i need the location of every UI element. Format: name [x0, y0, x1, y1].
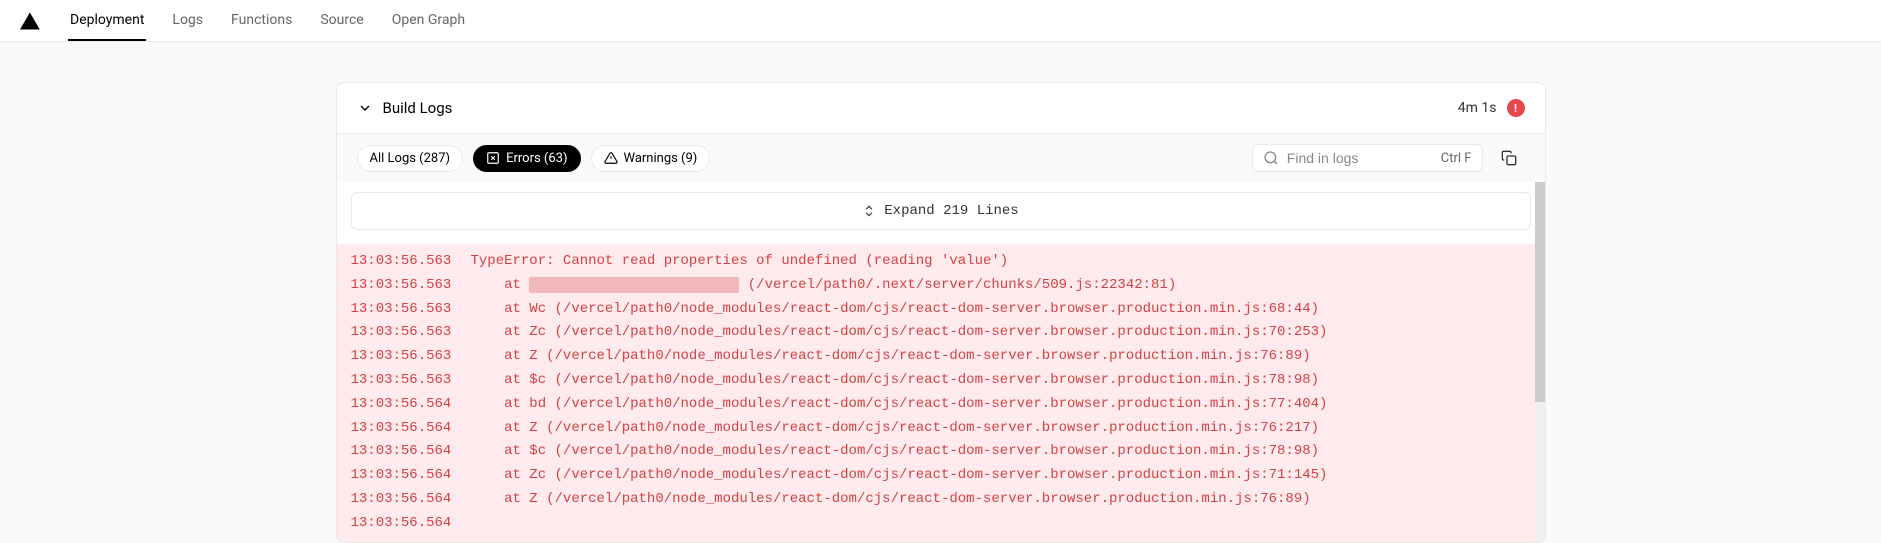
filter-errors-label: Errors (63): [506, 151, 567, 166]
tab-logs[interactable]: Logs: [170, 0, 205, 41]
log-line: 13:03:56.564 at Z (/vercel/path0/node_mo…: [337, 488, 1545, 512]
log-line: 13:03:56.563 at XxxxXXXxxxxxxxXxxxXxxxxx…: [337, 274, 1545, 298]
log-text: TypeError: Cannot read properties of und…: [471, 253, 1009, 269]
log-line: 13:03:56.563 at Wc (/vercel/path0/node_m…: [337, 298, 1545, 322]
panel-title: Build Logs: [383, 99, 453, 117]
log-timestamp: 13:03:56.563: [351, 250, 471, 274]
log-timestamp: 13:03:56.563: [351, 298, 471, 322]
content: Build Logs 4m 1s ! All Logs (287) Errors…: [336, 42, 1546, 543]
filter-warnings-label: Warnings (9): [624, 151, 698, 166]
chevron-down-icon: [357, 100, 373, 116]
log-timestamp: 13:03:56.564: [351, 512, 471, 536]
error-icon: [486, 151, 500, 165]
log-text: at $c (/vercel/path0/node_modules/react-…: [471, 372, 1320, 388]
logs-container: Expand 219 Lines 13:03:56.563TypeError: …: [337, 182, 1545, 542]
build-logs-panel: Build Logs 4m 1s ! All Logs (287) Errors…: [336, 82, 1546, 543]
tab-open-graph[interactable]: Open Graph: [390, 0, 467, 41]
logo-icon: [20, 12, 40, 30]
log-timestamp: 13:03:56.564: [351, 464, 471, 488]
logs-area: Expand 219 Lines 13:03:56.563TypeError: …: [337, 182, 1545, 542]
panel-header[interactable]: Build Logs 4m 1s !: [337, 83, 1545, 133]
tab-functions[interactable]: Functions: [229, 0, 294, 41]
log-text: at Wc (/vercel/path0/node_modules/react-…: [471, 301, 1320, 317]
log-timestamp: 13:03:56.564: [351, 488, 471, 512]
tab-deployment[interactable]: Deployment: [68, 0, 146, 41]
log-line: 13:03:56.563TypeError: Cannot read prope…: [337, 250, 1545, 274]
log-timestamp: 13:03:56.563: [351, 274, 471, 298]
nav-tabs: Deployment Logs Functions Source Open Graph: [68, 0, 467, 41]
header: Deployment Logs Functions Source Open Graph: [0, 0, 1881, 42]
logs-list: 13:03:56.563TypeError: Cannot read prope…: [337, 244, 1545, 542]
filter-bar: All Logs (287) Errors (63) Warnings (9) …: [337, 133, 1545, 182]
log-line: 13:03:56.563 at Z (/vercel/path0/node_mo…: [337, 345, 1545, 369]
expand-icon: [862, 204, 876, 218]
expand-label: Expand 219 Lines: [884, 203, 1018, 219]
copy-button[interactable]: [1493, 142, 1525, 174]
search-shortcut: Ctrl F: [1435, 151, 1472, 166]
panel-header-left: Build Logs: [357, 99, 453, 117]
log-timestamp: 13:03:56.563: [351, 321, 471, 345]
log-timestamp: 13:03:56.563: [351, 345, 471, 369]
log-text: at Zc (/vercel/path0/node_modules/react-…: [471, 324, 1328, 340]
copy-icon: [1501, 150, 1517, 166]
log-line: 13:03:56.564 at bd (/vercel/path0/node_m…: [337, 393, 1545, 417]
expand-lines-button[interactable]: Expand 219 Lines: [351, 192, 1531, 230]
log-text: at Zc (/vercel/path0/node_modules/react-…: [471, 467, 1328, 483]
filter-errors[interactable]: Errors (63): [473, 145, 580, 172]
log-timestamp: 13:03:56.564: [351, 440, 471, 464]
log-line: 13:03:56.564 at Z (/vercel/path0/node_mo…: [337, 417, 1545, 441]
search-box[interactable]: Ctrl F: [1252, 144, 1483, 172]
log-timestamp: 13:03:56.563: [351, 369, 471, 393]
filter-right: Ctrl F: [1252, 142, 1525, 174]
log-text: at Z (/vercel/path0/node_modules/react-d…: [471, 348, 1311, 364]
tab-source[interactable]: Source: [318, 0, 365, 41]
log-text: at Z (/vercel/path0/node_modules/react-d…: [471, 491, 1311, 507]
log-timestamp: 13:03:56.564: [351, 393, 471, 417]
log-line: 13:03:56.564 at Zc (/vercel/path0/node_m…: [337, 464, 1545, 488]
log-text: at Z (/vercel/path0/node_modules/react-d…: [471, 420, 1320, 436]
scrollbar-thumb[interactable]: [1535, 182, 1545, 402]
log-timestamp: 13:03:56.564: [351, 417, 471, 441]
filter-left: All Logs (287) Errors (63) Warnings (9): [357, 145, 711, 172]
redacted-text: XxxxXXXxxxxxxxXxxxXxxxxxx: [529, 277, 739, 293]
log-line: 13:03:56.564 at $c (/vercel/path0/node_m…: [337, 440, 1545, 464]
log-text: at: [471, 277, 530, 293]
log-text: at $c (/vercel/path0/node_modules/react-…: [471, 443, 1320, 459]
search-input[interactable]: [1287, 150, 1427, 166]
build-duration: 4m 1s: [1458, 100, 1497, 116]
filter-warnings[interactable]: Warnings (9): [591, 145, 711, 172]
warning-icon: [604, 151, 618, 165]
filter-all-label: All Logs (287): [370, 151, 451, 166]
log-text: at bd (/vercel/path0/node_modules/react-…: [471, 396, 1328, 412]
log-line: 13:03:56.563 at $c (/vercel/path0/node_m…: [337, 369, 1545, 393]
panel-header-right: 4m 1s !: [1458, 99, 1525, 117]
logo[interactable]: [20, 12, 40, 30]
status-badge-error: !: [1507, 99, 1525, 117]
log-line: 13:03:56.563 at Zc (/vercel/path0/node_m…: [337, 321, 1545, 345]
filter-all-logs[interactable]: All Logs (287): [357, 145, 464, 172]
scrollbar-track[interactable]: [1535, 182, 1545, 542]
search-icon: [1263, 150, 1279, 166]
log-text: (/vercel/path0/.next/server/chunks/509.j…: [739, 277, 1176, 293]
log-line: 13:03:56.564: [337, 512, 1545, 536]
